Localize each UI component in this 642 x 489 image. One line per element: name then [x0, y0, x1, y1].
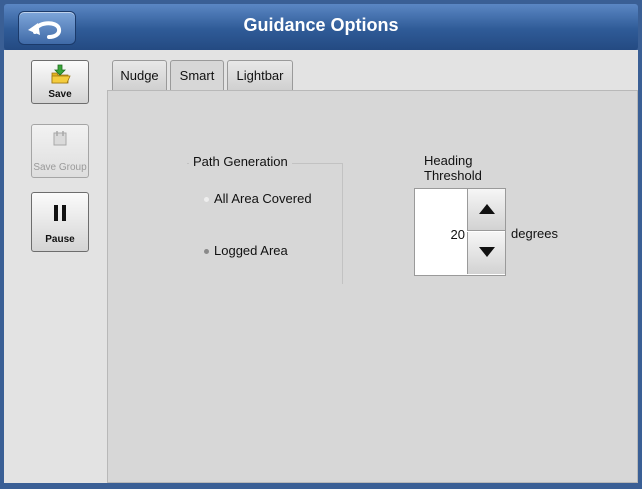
content-area: Save Save Group Pause Nudge Smart Lightb… — [4, 50, 638, 483]
tab-smart[interactable]: Smart — [170, 60, 224, 92]
pause-icon — [54, 205, 66, 221]
save-folder-icon — [51, 64, 71, 84]
heading-threshold-label-line1: Heading — [424, 153, 473, 168]
tab-nudge[interactable]: Nudge — [112, 60, 167, 91]
save-group-button[interactable]: Save Group — [31, 124, 89, 178]
path-generation-group — [187, 163, 343, 284]
heading-threshold-label: Heading Threshold — [424, 153, 504, 183]
down-arrow-icon — [479, 247, 495, 257]
heading-threshold-stepper: 20 — [414, 188, 506, 276]
left-toolbar: Save Save Group Pause — [4, 50, 104, 483]
heading-threshold-value[interactable]: 20 — [415, 227, 465, 242]
path-generation-label: Path Generation — [189, 154, 292, 169]
tab-nudge-label: Nudge — [120, 68, 159, 83]
tab-lightbar-label: Lightbar — [236, 68, 284, 83]
radio-logged-area[interactable]: Logged Area — [204, 243, 288, 258]
pause-button[interactable]: Pause — [31, 192, 89, 252]
save-group-button-label: Save Group — [33, 162, 87, 173]
app-window: Guidance Options Save Save Group Pause N… — [0, 0, 642, 489]
save-group-icon — [53, 131, 67, 146]
heading-threshold-unit: degrees — [511, 226, 558, 241]
radio-indicator — [204, 197, 209, 203]
title-bar: Guidance Options — [4, 4, 638, 50]
decrement-button[interactable] — [467, 232, 505, 274]
up-arrow-icon — [479, 204, 495, 214]
save-button[interactable]: Save — [31, 60, 89, 104]
heading-threshold-label-line2: Threshold — [424, 168, 482, 183]
tab-lightbar[interactable]: Lightbar — [227, 60, 293, 91]
save-button-label: Save — [48, 89, 72, 100]
tab-smart-label: Smart — [179, 68, 215, 83]
smart-tab-panel — [107, 90, 638, 483]
pause-button-label: Pause — [45, 234, 75, 245]
radio-logged-area-label: Logged Area — [214, 243, 288, 258]
increment-button[interactable] — [467, 189, 505, 231]
radio-indicator-selected — [204, 249, 209, 255]
window-title: Guidance Options — [243, 15, 399, 35]
radio-all-area-covered[interactable]: All Area Covered — [204, 191, 312, 206]
radio-all-area-covered-label: All Area Covered — [214, 191, 312, 206]
